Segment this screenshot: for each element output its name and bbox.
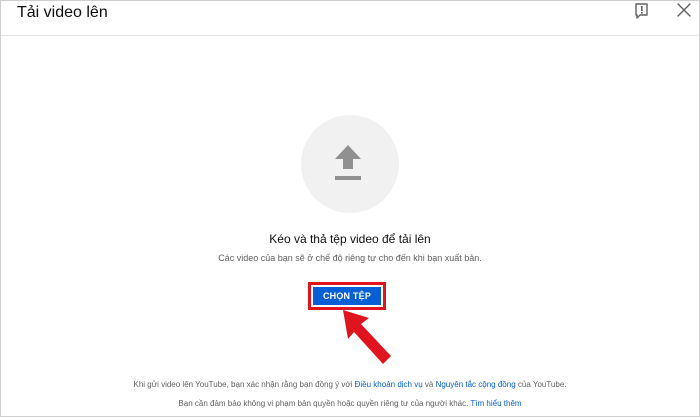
footer-text-part: của YouTube. — [515, 380, 567, 389]
feedback-icon[interactable] — [631, 1, 653, 23]
dropzone-sub-text: Các video của bạn sẽ ở chế độ riêng tư c… — [218, 253, 482, 263]
dropzone-main-text: Kéo và thả tệp video để tải lên — [269, 232, 431, 246]
select-files-button[interactable]: CHỌN TỆP — [313, 287, 381, 305]
dialog-header: Tải video lên — [1, 1, 699, 36]
upload-arrow-icon — [335, 145, 361, 180]
dialog-title: Tải video lên — [17, 4, 108, 21]
learn-more-link[interactable]: Tìm hiểu thêm — [470, 399, 521, 408]
annotation-arrow-icon — [343, 310, 391, 364]
footer-text-part: Khi gửi video lên YouTube, bạn xác nhận … — [133, 380, 355, 389]
footer-text-part: Bạn cần đảm bảo không vi phạm bản quyền … — [178, 399, 471, 408]
footer-text-part: và — [422, 380, 436, 389]
terms-of-service-link[interactable]: Điều khoản dịch vụ — [355, 380, 423, 389]
footer-terms-text: Khi gửi video lên YouTube, bạn xác nhận … — [1, 380, 699, 389]
upload-dropzone-circle[interactable] — [301, 115, 399, 213]
footer-copyright-text: Bạn cần đảm bảo không vi phạm bản quyền … — [1, 399, 699, 408]
close-icon[interactable] — [673, 1, 695, 23]
community-guidelines-link[interactable]: Nguyên tắc cộng đồng — [436, 380, 516, 389]
upload-dialog: Tải video lên Kéo và thả tệp video để tả… — [0, 0, 700, 417]
